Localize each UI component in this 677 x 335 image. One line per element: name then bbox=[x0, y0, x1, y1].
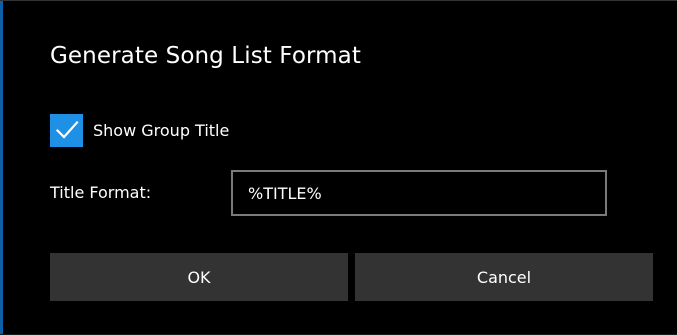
cancel-button[interactable]: Cancel bbox=[355, 253, 653, 301]
ok-button[interactable]: OK bbox=[50, 253, 348, 301]
dialog-title: Generate Song List Format bbox=[50, 43, 361, 69]
checkbox-box[interactable] bbox=[50, 113, 83, 147]
window-frame-top-edge bbox=[0, 0, 677, 1]
show-group-title-label: Show Group Title bbox=[93, 120, 230, 140]
generate-song-list-format-dialog: Generate Song List Format Show Group Tit… bbox=[0, 0, 677, 335]
window-frame-left-edge bbox=[0, 0, 3, 335]
checkmark-icon bbox=[55, 120, 79, 139]
show-group-title-checkbox[interactable]: Show Group Title bbox=[50, 113, 229, 147]
title-format-input[interactable] bbox=[231, 170, 607, 216]
title-format-label: Title Format: bbox=[50, 183, 152, 202]
